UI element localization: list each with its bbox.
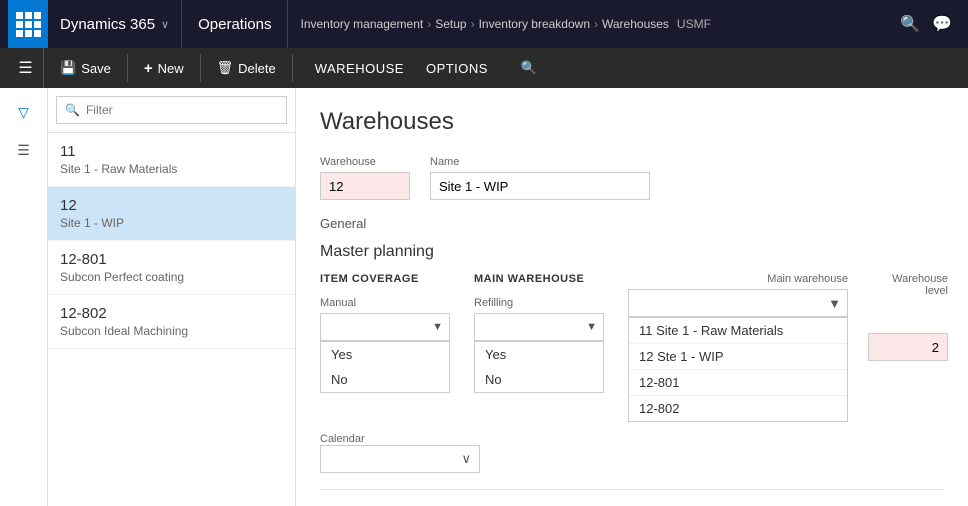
filter-icon-btn[interactable]: ▽ (8, 96, 40, 128)
filter-bar: 🔍 (48, 88, 295, 133)
brand-text: Dynamics 365 (60, 16, 155, 33)
list-item[interactable]: 12 Site 1 - WIP (48, 187, 295, 241)
main-warehouse-dropdown-group: Main warehouse ▼ 11 Site 1 - Raw Materia… (628, 273, 848, 422)
warehouse-list: 11 Site 1 - Raw Materials 12 Site 1 - WI… (48, 133, 295, 506)
save-button[interactable]: 💾 Save (48, 48, 123, 88)
breadcrumb-item-3[interactable]: Inventory breakdown (479, 17, 590, 31)
breadcrumb: Inventory management › Setup › Inventory… (288, 0, 900, 48)
manual-no-option[interactable]: No (321, 367, 449, 392)
delete-icon: 🗑 (217, 60, 234, 76)
filter-input[interactable] (86, 103, 278, 117)
new-icon: + (144, 60, 153, 77)
module-name: Operations (182, 0, 288, 48)
breadcrumb-sep-1: › (427, 17, 431, 31)
warehouse-input[interactable] (320, 172, 410, 200)
manual-options-list: Yes No (320, 341, 450, 393)
filter-input-wrapper[interactable]: 🔍 (56, 96, 287, 124)
breadcrumb-sep-2: › (471, 17, 475, 31)
warehouse-label: Warehouse (320, 156, 410, 168)
warehouse-name-row: Warehouse Name (320, 156, 944, 200)
hamburger-menu[interactable]: ☰ (8, 48, 44, 88)
page-title: Warehouses (320, 108, 944, 136)
warehouse-level-input[interactable] (868, 333, 948, 361)
main-warehouse-option-1[interactable]: 11 Site 1 - Raw Materials (629, 318, 847, 344)
manual-yes-option[interactable]: Yes (321, 342, 449, 367)
manual-dropdown[interactable]: ▼ (320, 313, 450, 341)
inventory-section: Inventory and warehouse management (320, 489, 944, 506)
main-warehouse-option-4[interactable]: 12-802 (629, 396, 847, 421)
brand-arrow: ∨ (161, 18, 169, 31)
manual-dropdown-arrow: ▼ (432, 321, 443, 333)
refilling-label: Refilling (474, 297, 604, 309)
nav-chat-icon[interactable]: 💬 (932, 14, 952, 34)
list-item[interactable]: 12-801 Subcon Perfect coating (48, 241, 295, 295)
delete-button[interactable]: 🗑 Delete (205, 48, 288, 88)
toolbar-divider-3 (292, 54, 293, 82)
general-section-label: General (320, 216, 944, 231)
main-layout: ▽ ☰ 🔍 11 Site 1 - Raw Materials 12 Site … (0, 88, 968, 506)
refilling-options-list: Yes No (474, 341, 604, 393)
brand-logo[interactable]: Dynamics 365 ∨ (48, 0, 182, 48)
breadcrumb-sep-3: › (594, 17, 598, 31)
list-item[interactable]: 12-802 Subcon Ideal Machining (48, 295, 295, 349)
main-warehouse-col: MAIN WAREHOUSE Refilling ▼ Yes No (474, 273, 604, 393)
grid-icon (16, 12, 41, 37)
refilling-dropdown-arrow: ▼ (586, 321, 597, 333)
top-navigation: Dynamics 365 ∨ Operations Inventory mana… (0, 0, 968, 48)
toolbar: ☰ 💾 Save + New 🗑 Delete WAREHOUSE OPTION… (0, 48, 968, 88)
master-planning-title: Master planning (320, 243, 944, 261)
toolbar-divider-1 (127, 54, 128, 82)
main-warehouse-col-label: Main warehouse (628, 273, 848, 285)
item-coverage-col: ITEM COVERAGE Manual ▼ Yes No (320, 273, 450, 393)
toolbar-divider-2 (200, 54, 201, 82)
new-button[interactable]: + New (132, 48, 196, 88)
warehouse-menu-item[interactable]: WAREHOUSE (305, 48, 414, 88)
name-label: Name (430, 156, 650, 168)
calendar-label: Calendar (320, 433, 365, 445)
toolbar-menu: WAREHOUSE OPTIONS (297, 48, 506, 88)
left-panel: 🔍 11 Site 1 - Raw Materials 12 Site 1 - … (48, 88, 296, 506)
main-warehouse-option-3[interactable]: 12-801 (629, 370, 847, 396)
filter-search-icon: 🔍 (65, 103, 80, 117)
nav-right-actions: 🔍 💬 (900, 14, 960, 34)
warehouse-level-field: Warehouse level (868, 273, 948, 361)
list-icon: ☰ (17, 142, 30, 159)
breadcrumb-item-4[interactable]: Warehouses (602, 17, 669, 31)
warehouse-level-label: Warehouse level (868, 273, 948, 297)
calendar-chevron-icon: ∨ (461, 451, 471, 467)
item-coverage-header: ITEM COVERAGE (320, 273, 450, 285)
calendar-dropdown[interactable]: ∨ (320, 445, 480, 473)
name-input[interactable] (430, 172, 650, 200)
list-icon-btn[interactable]: ☰ (8, 134, 40, 166)
planning-grid: ITEM COVERAGE Manual ▼ Yes No MAIN WAREH… (320, 273, 944, 422)
name-field: Name (430, 156, 650, 200)
options-menu-item[interactable]: OPTIONS (416, 48, 498, 88)
main-warehouse-option-2[interactable]: 12 Ste 1 - WIP (629, 344, 847, 370)
refilling-no-option[interactable]: No (475, 367, 603, 392)
main-warehouse-dropdown-btn[interactable]: ▼ (628, 289, 848, 317)
app-grid-button[interactable] (8, 0, 48, 48)
main-warehouse-select-col: Main warehouse ▼ 11 Site 1 - Raw Materia… (628, 273, 948, 422)
breadcrumb-item-2[interactable]: Setup (435, 17, 466, 31)
warehouse-field: Warehouse (320, 156, 410, 200)
breadcrumb-item-1[interactable]: Inventory management (300, 17, 423, 31)
main-warehouse-header: MAIN WAREHOUSE (474, 273, 604, 285)
refilling-dropdown[interactable]: ▼ (474, 313, 604, 341)
nav-search-icon[interactable]: 🔍 (900, 14, 920, 34)
content-area: Warehouses Warehouse Name General Master… (296, 88, 968, 506)
toolbar-search-icon[interactable]: 🔍 (514, 53, 544, 83)
filter-icon: ▽ (18, 104, 29, 121)
calendar-row: Calendar ∨ (320, 430, 944, 473)
manual-label: Manual (320, 297, 450, 309)
breadcrumb-item-5: USMF (677, 17, 711, 31)
main-warehouse-chevron: ▼ (828, 296, 841, 311)
save-icon: 💾 (60, 60, 76, 76)
list-item[interactable]: 11 Site 1 - Raw Materials (48, 133, 295, 187)
refilling-yes-option[interactable]: Yes (475, 342, 603, 367)
main-warehouse-options-list: 11 Site 1 - Raw Materials 12 Ste 1 - WIP… (628, 317, 848, 422)
